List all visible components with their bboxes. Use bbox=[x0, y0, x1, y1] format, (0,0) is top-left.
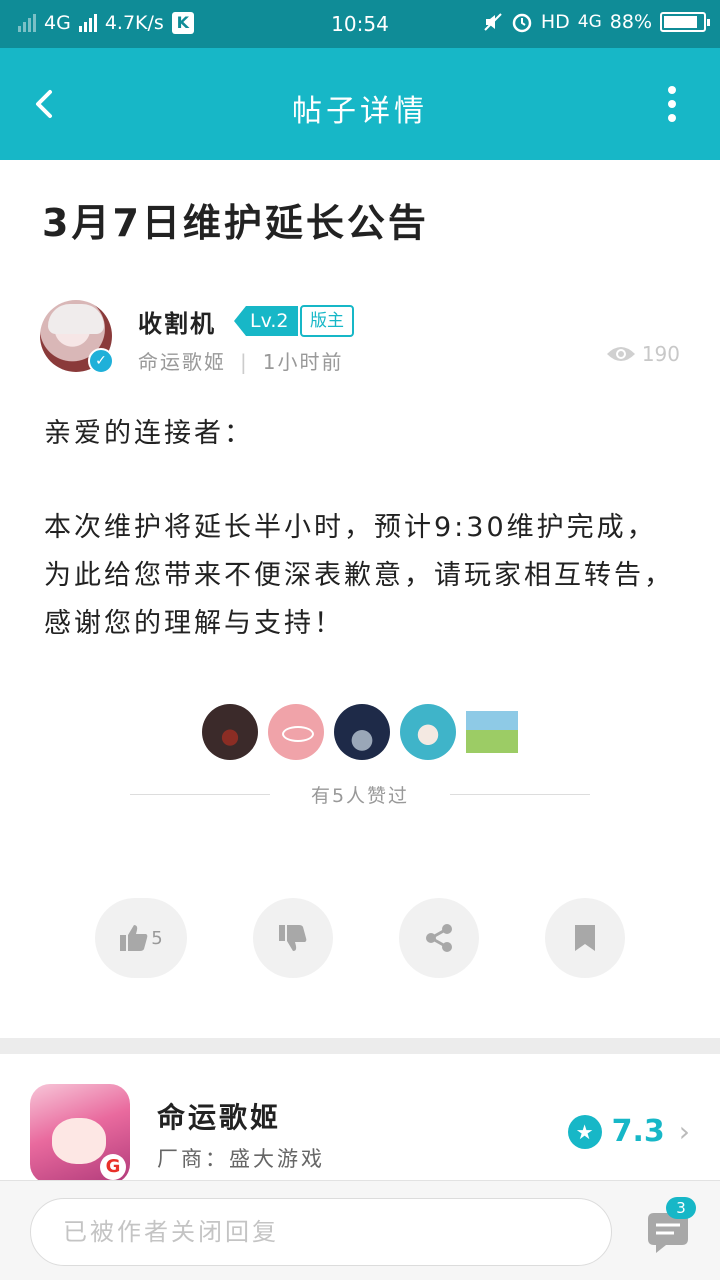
post-time: 1小时前 bbox=[262, 350, 344, 374]
status-bar: 4G 4.7K/s K 10:54 HD 4G 88% bbox=[0, 0, 720, 48]
view-count-value: 190 bbox=[641, 342, 680, 366]
level-badge: Lv.2 bbox=[234, 306, 299, 336]
game-name[interactable]: 命运歌姬 bbox=[157, 1096, 281, 1136]
reply-input[interactable]: 已被作者关闭回复 bbox=[30, 1198, 612, 1266]
rating-score: 7.3 bbox=[611, 1114, 665, 1149]
liker-avatar[interactable] bbox=[202, 704, 258, 760]
game-icon[interactable]: G bbox=[30, 1084, 130, 1184]
bookmark-icon bbox=[575, 925, 595, 951]
post-meta: 命运歌姬 | 1小时前 bbox=[138, 350, 344, 374]
share-button[interactable] bbox=[399, 898, 479, 978]
post-greeting: 亲爱的连接者： bbox=[44, 418, 254, 449]
post-paragraph: 本次维护将延长半小时，预计9:30维护完成，为此给您带来不便深表歉意，请玩家相互… bbox=[44, 512, 674, 639]
app-bar: 帖子详情 bbox=[0, 48, 720, 160]
battery-icon bbox=[660, 12, 710, 32]
mute-icon bbox=[484, 13, 502, 31]
dislike-button[interactable] bbox=[253, 898, 333, 978]
publisher-logo: G bbox=[100, 1154, 126, 1180]
alarm-icon bbox=[512, 13, 532, 33]
reply-bar: 已被作者关闭回复 bbox=[0, 1180, 720, 1280]
thumbs-down-icon bbox=[279, 925, 307, 951]
like-summary[interactable]: 有5人赞过 bbox=[0, 781, 720, 808]
game-rating[interactable]: ★ 7.3 › bbox=[567, 1114, 690, 1149]
verified-icon: ✓ bbox=[88, 348, 114, 374]
section-divider bbox=[0, 1038, 720, 1054]
forum-name[interactable]: 命运歌姬 bbox=[138, 350, 226, 374]
share-icon bbox=[426, 924, 452, 952]
action-bar: 5 bbox=[0, 898, 720, 978]
battery-percent: 88% bbox=[609, 11, 652, 33]
view-count: 190 bbox=[606, 342, 680, 366]
thumbs-up-icon bbox=[120, 925, 148, 951]
hd-indicator: HD bbox=[540, 11, 570, 33]
game-vendor: 厂商：盛大游戏 bbox=[157, 1147, 325, 1171]
chevron-right-icon: › bbox=[678, 1115, 690, 1148]
liker-avatar[interactable] bbox=[268, 704, 324, 760]
comment-count-badge: 3 bbox=[666, 1197, 696, 1219]
star-icon: ★ bbox=[567, 1114, 602, 1149]
author-name[interactable]: 收割机 bbox=[138, 304, 216, 339]
liker-avatar[interactable] bbox=[334, 704, 390, 760]
more-vertical-icon[interactable] bbox=[662, 86, 682, 122]
liker-avatar[interactable] bbox=[466, 711, 518, 753]
role-badge: 版主 bbox=[300, 305, 354, 337]
liker-avatar[interactable] bbox=[400, 704, 456, 760]
author-row: ✓ 收割机 Lv.2 版主 命运歌姬 | 1小时前 190 bbox=[40, 300, 680, 380]
page-title: 帖子详情 bbox=[292, 94, 428, 129]
like-count: 5 bbox=[151, 927, 163, 949]
network-type-2: 4G bbox=[577, 12, 602, 32]
eye-icon bbox=[606, 347, 635, 361]
post-title: 3月7日维护延长公告 bbox=[42, 201, 429, 245]
liker-avatars bbox=[0, 704, 720, 762]
like-button[interactable]: 5 bbox=[95, 898, 187, 978]
bookmark-button[interactable] bbox=[545, 898, 625, 978]
